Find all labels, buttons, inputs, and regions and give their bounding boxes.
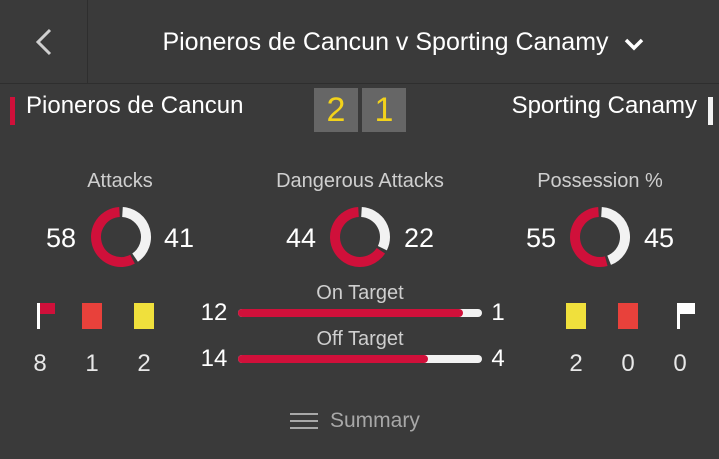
off-target-bar (238, 355, 482, 363)
off-target-away-value: 4 (491, 345, 505, 372)
away-score: 1 (362, 88, 406, 132)
corner-flag-icon (677, 303, 695, 329)
home-team-name: Pioneros de Cancun (26, 92, 244, 119)
home-red-cards-count: 1 (85, 350, 99, 377)
donut-away-arc (121, 207, 151, 262)
possession-away-value: 45 (643, 223, 675, 253)
donut-home-arc (570, 207, 608, 267)
donut-away-arc (360, 207, 390, 251)
home-corners-count: 8 (33, 350, 47, 377)
possession-label: Possession % (537, 170, 663, 192)
corner-flag-icon (37, 303, 55, 329)
attacks-label: Attacks (87, 170, 153, 192)
menu-icon (290, 413, 318, 429)
off-target-label: Off Target (316, 328, 404, 350)
attacks-away-value: 41 (163, 223, 195, 253)
off-target-home-fill (238, 355, 428, 363)
match-selector[interactable]: Pioneros de Cancun v Sporting Canamy (88, 0, 719, 84)
on-target-bar (238, 309, 482, 317)
chevron-left-icon (35, 28, 51, 56)
on-target-home-fill (238, 309, 464, 317)
dangerous-attacks-home-value: 44 (285, 223, 317, 253)
yellow-card-icon (134, 303, 154, 329)
possession-home-value: 55 (525, 223, 557, 253)
attacks-donut-chart (91, 207, 151, 267)
donut-away-arc (600, 207, 630, 265)
on-target-home-value: 12 (200, 299, 228, 326)
chevron-down-icon (624, 38, 643, 51)
donut-home-arc (91, 207, 135, 267)
home-team-color-bar (10, 97, 15, 125)
red-card-icon (618, 303, 638, 329)
yellow-card-icon (566, 303, 586, 329)
on-target-label: On Target (316, 282, 404, 304)
match-header: Pioneros de Cancun v Sporting Canamy (0, 0, 719, 84)
back-button[interactable] (0, 0, 88, 84)
attacks-home-value: 58 (45, 223, 77, 253)
possession-donut-chart (570, 207, 630, 267)
dangerous-attacks-label: Dangerous Attacks (276, 170, 444, 192)
away-team-color-bar (708, 97, 713, 125)
away-team-name: Sporting Canamy (511, 92, 697, 119)
home-yellow-cards-count: 2 (137, 350, 151, 377)
off-target-home-value: 14 (200, 345, 228, 372)
dangerous-attacks-away-value: 22 (403, 223, 435, 253)
red-card-icon (82, 303, 102, 329)
away-yellow-cards-count: 2 (569, 350, 583, 377)
away-corners-count: 0 (673, 350, 687, 377)
summary-label: Summary (330, 409, 420, 432)
away-red-cards-count: 0 (621, 350, 635, 377)
match-title: Pioneros de Cancun v Sporting Canamy (162, 27, 609, 56)
on-target-away-value: 1 (491, 299, 505, 326)
dangerous-attacks-donut-chart (330, 207, 390, 267)
home-score: 2 (314, 88, 358, 132)
summary-button[interactable]: Summary (290, 404, 420, 438)
